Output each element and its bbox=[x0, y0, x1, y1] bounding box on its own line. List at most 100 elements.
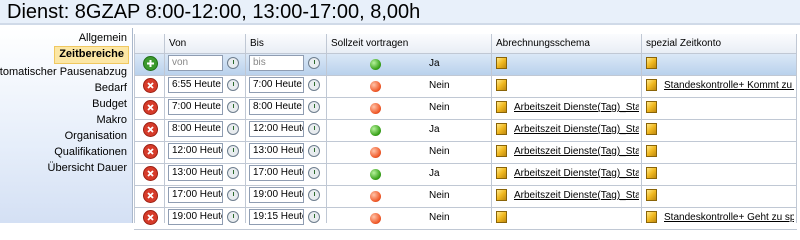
bis-input[interactable]: 8:00 Heute bbox=[249, 99, 304, 115]
add-row-button[interactable] bbox=[143, 56, 158, 71]
bis-input[interactable]: 12:00 Heute bbox=[249, 121, 304, 137]
sidebar-item-zeitbereiche[interactable]: Zeitbereiche bbox=[54, 46, 129, 64]
sollzeit-value[interactable]: Nein bbox=[429, 207, 450, 229]
abrechnungsschema-picker-icon[interactable] bbox=[496, 167, 507, 179]
bis-input[interactable]: 17:00 Heute bbox=[249, 165, 304, 181]
von-time-picker-icon[interactable] bbox=[227, 123, 239, 135]
delete-row-button[interactable] bbox=[143, 188, 158, 203]
column-header-zeitkonto[interactable]: spezial Zeitkonto bbox=[646, 34, 721, 53]
zeitkonto-picker-icon[interactable] bbox=[646, 101, 657, 113]
x-icon bbox=[147, 126, 154, 133]
sollzeit-value[interactable]: Ja bbox=[429, 53, 440, 75]
page-title: Dienst: 8GZAP 8:00-12:00, 13:00-17:00, 8… bbox=[7, 1, 421, 23]
column-header-abrechnungsschema[interactable]: Abrechnungsschema bbox=[496, 34, 590, 53]
bis-time-picker-icon[interactable] bbox=[308, 211, 320, 223]
column-header-von[interactable]: Von bbox=[169, 34, 186, 53]
zeitkonto-picker-icon[interactable] bbox=[646, 57, 657, 69]
zeitkonto-picker-icon[interactable] bbox=[646, 189, 657, 201]
grid-line bbox=[134, 163, 797, 164]
sollzeit-status-icon bbox=[370, 213, 381, 224]
abrechnungsschema-picker-icon[interactable] bbox=[496, 211, 507, 223]
abrechnungsschema-picker-icon[interactable] bbox=[496, 57, 507, 69]
abrechnungsschema-link[interactable]: Arbeitszeit Dienste(Tag)_Standa bbox=[514, 97, 639, 119]
sollzeit-status-icon bbox=[370, 169, 381, 180]
bis-input[interactable]: 7:00 Heute bbox=[249, 77, 304, 93]
bis-input[interactable]: 13:00 Heute bbox=[249, 143, 304, 159]
von-time-picker-icon[interactable] bbox=[227, 57, 239, 69]
sollzeit-value[interactable]: Nein bbox=[429, 141, 450, 163]
sidebar-item-budget[interactable]: Budget bbox=[92, 96, 129, 112]
bis-time-picker-icon[interactable] bbox=[308, 167, 320, 179]
von-input[interactable]: 17:00 Heute bbox=[168, 187, 223, 203]
sidebar: Allgemein Zeitbereiche Automatischer Pau… bbox=[0, 28, 133, 223]
delete-row-button[interactable] bbox=[143, 144, 158, 159]
grid-line bbox=[134, 119, 797, 120]
zeitkonto-picker-icon[interactable] bbox=[646, 79, 657, 91]
abrechnungsschema-link[interactable]: Arbeitszeit Dienste(Tag)_Standa bbox=[514, 119, 639, 141]
zeitkonto-link[interactable]: Standeskontrolle+ Geht zu spät bbox=[664, 207, 794, 229]
sollzeit-value[interactable]: Ja bbox=[429, 119, 440, 141]
table-row: 8:00 Heute 12:00 Heute Ja Arbeitszeit Diens… bbox=[134, 119, 797, 141]
von-time-picker-icon[interactable] bbox=[227, 101, 239, 113]
table-row: 7:00 Heute 8:00 Heute Nein Arbeitszeit Dien… bbox=[134, 97, 797, 119]
sidebar-item-bedarf[interactable]: Bedarf bbox=[95, 80, 129, 96]
zeitkonto-picker-icon[interactable] bbox=[646, 167, 657, 179]
sidebar-item-uebersicht-dauer[interactable]: Übersicht Dauer bbox=[48, 160, 129, 176]
bis-time-picker-icon[interactable] bbox=[308, 79, 320, 91]
sollzeit-value[interactable]: Nein bbox=[429, 97, 450, 119]
sidebar-item-allgemein[interactable]: Allgemein bbox=[79, 30, 129, 46]
delete-row-button[interactable] bbox=[143, 210, 158, 225]
abrechnungsschema-link[interactable]: Arbeitszeit Dienste(Tag)_Standa bbox=[514, 141, 639, 163]
x-icon bbox=[147, 192, 154, 199]
von-input[interactable]: 6:55 Heute bbox=[168, 77, 223, 93]
delete-row-button[interactable] bbox=[143, 122, 158, 137]
grid-header-row: Von Bis Sollzeit vortragen Abrechnungssc… bbox=[134, 34, 797, 53]
von-input[interactable]: von bbox=[168, 55, 223, 71]
bis-time-picker-icon[interactable] bbox=[308, 145, 320, 157]
delete-row-button[interactable] bbox=[143, 100, 158, 115]
zeitkonto-picker-icon[interactable] bbox=[646, 145, 657, 157]
von-time-picker-icon[interactable] bbox=[227, 189, 239, 201]
column-header-sollzeit[interactable]: Sollzeit vortragen bbox=[331, 34, 408, 53]
von-time-picker-icon[interactable] bbox=[227, 211, 239, 223]
delete-row-button[interactable] bbox=[143, 78, 158, 93]
abrechnungsschema-picker-icon[interactable] bbox=[496, 101, 507, 113]
grid-line bbox=[134, 53, 797, 54]
abrechnungsschema-picker-icon[interactable] bbox=[496, 123, 507, 135]
von-time-picker-icon[interactable] bbox=[227, 145, 239, 157]
bis-input[interactable]: bis bbox=[249, 55, 304, 71]
sidebar-item-automatischer-pausenabzug[interactable]: Automatischer Pausenabzug bbox=[0, 64, 129, 80]
bis-input[interactable]: 19:15 Heute bbox=[249, 209, 304, 225]
bis-time-picker-icon[interactable] bbox=[308, 101, 320, 113]
abrechnungsschema-link[interactable]: Arbeitszeit Dienste(Tag)_Standa bbox=[514, 163, 639, 185]
sollzeit-value[interactable]: Nein bbox=[429, 185, 450, 207]
von-input[interactable]: 19:00 Heute bbox=[168, 209, 223, 225]
bis-time-picker-icon[interactable] bbox=[308, 123, 320, 135]
sollzeit-status-icon bbox=[370, 103, 381, 114]
von-time-picker-icon[interactable] bbox=[227, 79, 239, 91]
von-input[interactable]: 7:00 Heute bbox=[168, 99, 223, 115]
von-input[interactable]: 8:00 Heute bbox=[168, 121, 223, 137]
von-time-picker-icon[interactable] bbox=[227, 167, 239, 179]
sollzeit-value[interactable]: Ja bbox=[429, 163, 440, 185]
von-input[interactable]: 12:00 Heute bbox=[168, 143, 223, 159]
zeitkonto-link[interactable]: Standeskontrolle+ Kommt zu früh bbox=[664, 75, 794, 97]
bis-input[interactable]: 19:00 Heute bbox=[249, 187, 304, 203]
sollzeit-value[interactable]: Nein bbox=[429, 75, 450, 97]
delete-row-button[interactable] bbox=[143, 166, 158, 181]
von-input[interactable]: 13:00 Heute bbox=[168, 165, 223, 181]
plus-icon bbox=[147, 60, 154, 67]
column-header-bis[interactable]: Bis bbox=[250, 34, 264, 53]
abrechnungsschema-link[interactable]: Arbeitszeit Dienste(Tag)_Standa bbox=[514, 185, 639, 207]
zeitkonto-picker-icon[interactable] bbox=[646, 123, 657, 135]
sidebar-item-makro[interactable]: Makro bbox=[96, 112, 129, 128]
zeitkonto-picker-icon[interactable] bbox=[646, 211, 657, 223]
abrechnungsschema-picker-icon[interactable] bbox=[496, 79, 507, 91]
bis-time-picker-icon[interactable] bbox=[308, 189, 320, 201]
abrechnungsschema-picker-icon[interactable] bbox=[496, 189, 507, 201]
abrechnungsschema-picker-icon[interactable] bbox=[496, 145, 507, 157]
sidebar-item-organisation[interactable]: Organisation bbox=[65, 128, 129, 144]
sidebar-item-qualifikationen[interactable]: Qualifikationen bbox=[54, 144, 129, 160]
bis-time-picker-icon[interactable] bbox=[308, 57, 320, 69]
grid-line bbox=[134, 141, 797, 142]
